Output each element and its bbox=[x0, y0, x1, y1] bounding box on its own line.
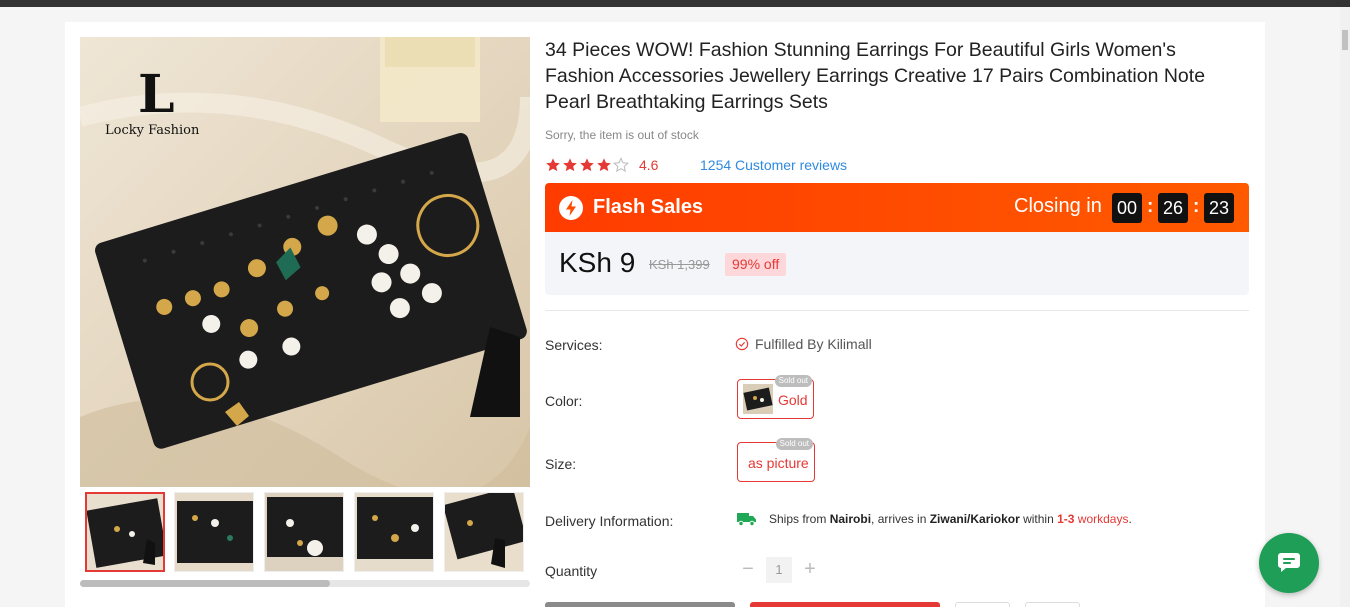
truck-icon bbox=[737, 513, 756, 526]
quantity-decrease-button[interactable]: − bbox=[735, 557, 761, 583]
services-value: Fulfilled By Kilimall bbox=[735, 336, 872, 352]
page-scroll-thumb[interactable] bbox=[1341, 29, 1349, 51]
ships-from-prefix: Ships from bbox=[769, 512, 830, 526]
quantity-increase-button[interactable]: + bbox=[797, 557, 823, 583]
page-scrollbar[interactable] bbox=[1340, 7, 1350, 607]
quantity-stepper: − 1 + bbox=[735, 557, 823, 583]
size-label: Size: bbox=[545, 456, 577, 472]
thumbnail-1[interactable] bbox=[85, 492, 165, 572]
sold-out-badge: Sold out bbox=[775, 438, 813, 450]
product-title: 34 Pieces WOW! Fashion Stunning Earrings… bbox=[545, 39, 1206, 113]
star-filled-icon bbox=[546, 158, 560, 172]
size-option-as-picture[interactable]: as picture Sold out bbox=[737, 438, 815, 482]
delivery-days: 1-3 bbox=[1057, 512, 1075, 526]
color-label: Color: bbox=[545, 393, 583, 409]
browser-top-bar bbox=[0, 0, 1350, 7]
quantity-label: Quantity bbox=[545, 563, 598, 579]
color-option-gold[interactable]: Gold Sold out bbox=[737, 375, 814, 419]
rating: 4.6 bbox=[545, 156, 658, 174]
thumbnail-5[interactable] bbox=[444, 492, 524, 572]
sold-out-badge: Sold out bbox=[774, 375, 812, 387]
divider bbox=[545, 310, 1249, 311]
original-price: KSh 1,399 bbox=[649, 257, 710, 272]
ships-from-city: Nairobi bbox=[829, 512, 872, 526]
countdown-separator: : bbox=[1193, 196, 1200, 217]
thumbnail-4[interactable] bbox=[354, 492, 434, 572]
countdown-hours: 00 bbox=[1112, 193, 1142, 223]
flash-sale-banner: Flash Sales Closing in 00 : 26 : 23 bbox=[545, 183, 1249, 232]
delivery-period: . bbox=[1128, 512, 1132, 526]
flash-sale-label: Flash Sales bbox=[593, 196, 704, 218]
wishlist-button[interactable] bbox=[955, 602, 1010, 607]
within-prefix: within bbox=[1019, 512, 1058, 526]
closing-in-label: Closing in bbox=[1014, 195, 1102, 217]
countdown-separator: : bbox=[1147, 196, 1154, 217]
star-filled-icon bbox=[580, 158, 594, 172]
thumbnail-strip bbox=[80, 492, 530, 572]
star-filled-icon bbox=[597, 158, 611, 172]
color-swatch-image bbox=[743, 384, 773, 414]
thumbnail-3[interactable] bbox=[264, 492, 344, 572]
discount-badge: 99% off bbox=[725, 253, 787, 276]
rating-value: 4.6 bbox=[639, 157, 659, 173]
brand-logo-letter: L bbox=[138, 64, 175, 125]
check-circle-icon bbox=[735, 337, 749, 351]
size-option-label: as picture bbox=[748, 455, 809, 471]
thumbnail-2[interactable] bbox=[174, 492, 254, 572]
brand-logo-text: Locky Fashion bbox=[105, 123, 200, 138]
thumbnail-scroll-thumb[interactable] bbox=[80, 580, 330, 587]
countdown-minutes: 26 bbox=[1158, 193, 1188, 223]
delivery-label: Delivery Information: bbox=[545, 513, 674, 529]
services-label: Services: bbox=[545, 337, 603, 353]
arrives-prefix: , arrives in bbox=[871, 512, 930, 526]
thumbnail-scrollbar[interactable] bbox=[80, 580, 530, 587]
chat-button[interactable] bbox=[1259, 533, 1319, 593]
star-filled-icon bbox=[563, 158, 577, 172]
stock-status: Sorry, the item is out of stock bbox=[545, 128, 699, 142]
countdown-seconds: 23 bbox=[1204, 193, 1234, 223]
rating-stars bbox=[545, 157, 629, 173]
delivery-info: Ships from Nairobi , arrives in Ziwani/K… bbox=[737, 512, 1132, 526]
lightning-icon bbox=[559, 196, 583, 220]
buy-now-button[interactable] bbox=[750, 602, 940, 607]
product-main-image[interactable]: L Locky Fashion bbox=[80, 37, 530, 487]
share-button[interactable] bbox=[1025, 602, 1080, 607]
workdays-label: workdays bbox=[1074, 512, 1129, 526]
services-text: Fulfilled By Kilimall bbox=[755, 336, 872, 352]
star-empty-icon bbox=[613, 157, 629, 173]
chat-bubble-icon bbox=[1278, 553, 1300, 572]
quantity-input[interactable]: 1 bbox=[766, 557, 792, 583]
customer-reviews-link[interactable]: 1254 Customer reviews bbox=[700, 157, 847, 173]
current-price: KSh 9 bbox=[559, 247, 636, 278]
price-box: KSh 9 KSh 1,399 99% off bbox=[545, 232, 1249, 295]
color-option-label: Gold bbox=[778, 392, 808, 408]
arrives-in-location: Ziwani/Kariokor bbox=[929, 512, 1020, 526]
add-to-cart-button[interactable] bbox=[545, 602, 735, 607]
